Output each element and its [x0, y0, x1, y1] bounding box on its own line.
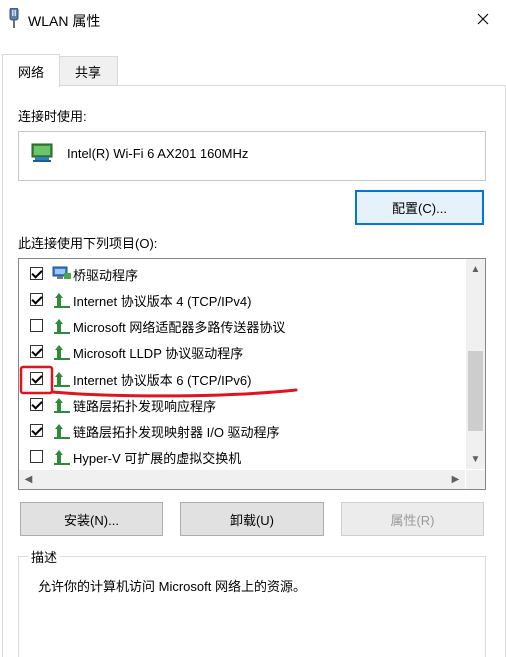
- description-text: 允许你的计算机访问 Microsoft 网络上的资源。: [38, 579, 306, 594]
- items-label: 此连接使用下列项目(O):: [18, 236, 158, 251]
- close-icon: [477, 13, 489, 25]
- list-item[interactable]: 链路层拓扑发现映射器 I/O 驱动程序: [19, 419, 459, 445]
- list-item-label: 链路层拓扑发现映射器 I/O 驱动程序: [73, 425, 280, 440]
- protocol-icon: [54, 450, 70, 465]
- tab-network-label: 网络: [17, 64, 44, 80]
- description-group: [18, 556, 486, 657]
- title-bar: WLAN 属性: [0, 0, 506, 38]
- protocol-icon: [54, 345, 70, 360]
- vertical-scrollbar[interactable]: ▲ ▼: [466, 259, 485, 469]
- adapter-name: Intel(R) Wi-Fi 6 AX201 160MHz: [67, 146, 249, 161]
- properties-button: 属性(R): [341, 502, 484, 536]
- configure-button[interactable]: 配置(C)...: [355, 190, 484, 225]
- scrollbar-corner: [466, 470, 485, 489]
- protocol-icon: [54, 319, 70, 334]
- window-title: WLAN 属性: [28, 13, 101, 29]
- protocol-icon: [54, 372, 70, 387]
- network-adapter-icon: [9, 8, 19, 28]
- tab-network[interactable]: 网络: [2, 54, 60, 87]
- properties-button-label: 属性(R): [390, 512, 435, 528]
- protocol-icon: [54, 398, 70, 413]
- vertical-scroll-thumb[interactable]: [468, 351, 483, 431]
- scroll-up-arrow-icon[interactable]: ▲: [466, 259, 485, 279]
- list-item-label: Internet 协议版本 6 (TCP/IPv6): [73, 373, 252, 388]
- install-button[interactable]: 安装(N)...: [20, 502, 163, 536]
- checkbox[interactable]: [30, 319, 43, 332]
- checkbox[interactable]: [30, 372, 43, 385]
- network-card-icon: [31, 143, 53, 162]
- close-button[interactable]: [460, 0, 506, 38]
- connect-using-label: 连接时使用:: [18, 109, 87, 124]
- list-item-label: Internet 协议版本 4 (TCP/IPv4): [73, 294, 252, 309]
- list-item-label: Microsoft LLDP 协议驱动程序: [73, 346, 244, 361]
- list-item[interactable]: Internet 协议版本 4 (TCP/IPv4): [19, 288, 459, 314]
- checkbox[interactable]: [30, 345, 43, 358]
- configure-button-label: 配置(C)...: [392, 201, 447, 216]
- description-title: 描述: [28, 547, 61, 566]
- protocol-icon: [54, 293, 70, 308]
- checkbox[interactable]: [30, 293, 43, 306]
- tab-sharing-label: 共享: [74, 64, 101, 80]
- list-item-label: Hyper-V 可扩展的虚拟交换机: [73, 451, 242, 466]
- list-item[interactable]: Internet 协议版本 6 (TCP/IPv6): [19, 367, 459, 393]
- list-item-label: 链路层拓扑发现响应程序: [73, 399, 217, 414]
- install-button-label: 安装(N)...: [64, 512, 119, 528]
- protocol-icon: [54, 424, 70, 439]
- checkbox[interactable]: [30, 398, 43, 411]
- bridge-icon: [52, 266, 71, 279]
- adapter-field: Intel(R) Wi-Fi 6 AX201 160MHz: [18, 131, 486, 181]
- list-item[interactable]: Microsoft LLDP 协议驱动程序: [19, 340, 459, 366]
- checkbox[interactable]: [30, 450, 43, 463]
- scroll-down-arrow-icon[interactable]: ▼: [466, 449, 485, 469]
- uninstall-button-label: 卸载(U): [229, 512, 275, 528]
- checkbox[interactable]: [30, 424, 43, 437]
- components-list[interactable]: 桥驱动程序 Internet 协议版本 4 (TCP/IPv4) Microso…: [18, 258, 486, 490]
- uninstall-button[interactable]: 卸载(U): [180, 502, 324, 536]
- tab-sharing[interactable]: 共享: [58, 56, 118, 85]
- list-item-label: 桥驱动程序: [73, 268, 139, 283]
- list-item[interactable]: Hyper-V 可扩展的虚拟交换机: [19, 445, 459, 471]
- list-item[interactable]: 桥驱动程序: [19, 262, 459, 288]
- horizontal-scrollbar[interactable]: ◀ ▶: [19, 470, 465, 489]
- scroll-right-arrow-icon[interactable]: ▶: [446, 470, 465, 489]
- list-item[interactable]: 链路层拓扑发现响应程序: [19, 393, 459, 419]
- list-item-label: Microsoft 网络适配器多路传送器协议: [73, 320, 286, 335]
- list-item[interactable]: Microsoft 网络适配器多路传送器协议: [19, 314, 459, 340]
- scroll-left-arrow-icon[interactable]: ◀: [19, 470, 38, 489]
- checkbox[interactable]: [30, 267, 43, 280]
